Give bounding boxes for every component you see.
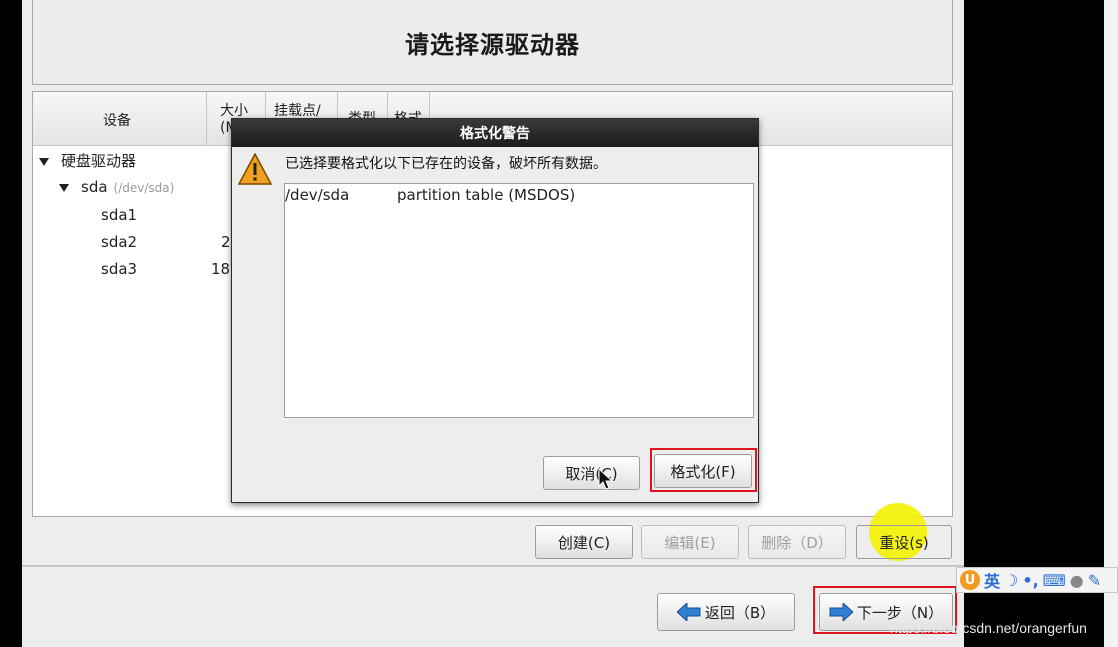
page-title: 请选择源驱动器 [405,30,580,59]
dialog-message: 已选择要格式化以下已存在的设备，破坏所有数据。 [285,156,607,172]
device-path: (/dev/sda) [113,181,175,195]
create-button[interactable]: 创建(C) [535,525,633,559]
expander-icon[interactable] [39,157,49,166]
punctuation-icon[interactable]: •, [1022,571,1038,590]
tree-row-sda2[interactable]: sda2 [101,233,137,259]
column-device[interactable]: 设备 [33,92,207,146]
moon-icon[interactable]: ☽ [1004,571,1018,590]
device-list[interactable]: /dev/sda partition table (MSDOS) [284,183,754,418]
watermark: https://blog.csdn.net/orangerfun [890,620,1087,636]
tree-row-sda1[interactable]: sda1 [101,206,137,232]
page-header: 请选择源驱动器 [32,0,953,85]
delete-button[interactable]: 删除（D） [748,525,846,559]
dialog-title: 格式化警告 [232,119,758,147]
ime-toolbar[interactable]: U 英 ☽ •, ⌨ ● ✎ [956,567,1118,593]
cancel-button[interactable]: 取消(C) [543,456,640,490]
reset-button[interactable]: 重设(s) [856,525,952,559]
tree-row-sda[interactable]: sda (/dev/sda) [59,178,174,204]
warning-icon [237,152,273,185]
sda3-size: 18 [211,260,231,278]
back-button[interactable]: 返回（B） [657,593,795,631]
tree-row-sda3[interactable]: sda3 [101,260,137,286]
sda2-size: 2 [221,233,231,251]
ime-logo-icon: U [960,570,980,590]
keyboard-icon[interactable]: ⌨ [1043,571,1066,590]
arrow-left-icon [676,603,701,621]
user-icon[interactable]: ● [1070,571,1084,590]
mouse-cursor-icon [598,467,614,490]
wrench-icon[interactable]: ✎ [1088,571,1101,590]
format-warning-dialog: 格式化警告 已选择要格式化以下已存在的设备，破坏所有数据。 /dev/sda p… [231,118,759,503]
annotation-box-format [650,448,757,492]
scrollbar[interactable] [1104,0,1118,647]
expander-icon[interactable] [59,183,69,192]
divider [22,565,964,567]
ime-mode[interactable]: 英 [984,568,1000,592]
edit-button[interactable]: 编辑(E) [641,525,739,559]
tree-row-hard-drives[interactable]: 硬盘驱动器 [39,150,136,176]
